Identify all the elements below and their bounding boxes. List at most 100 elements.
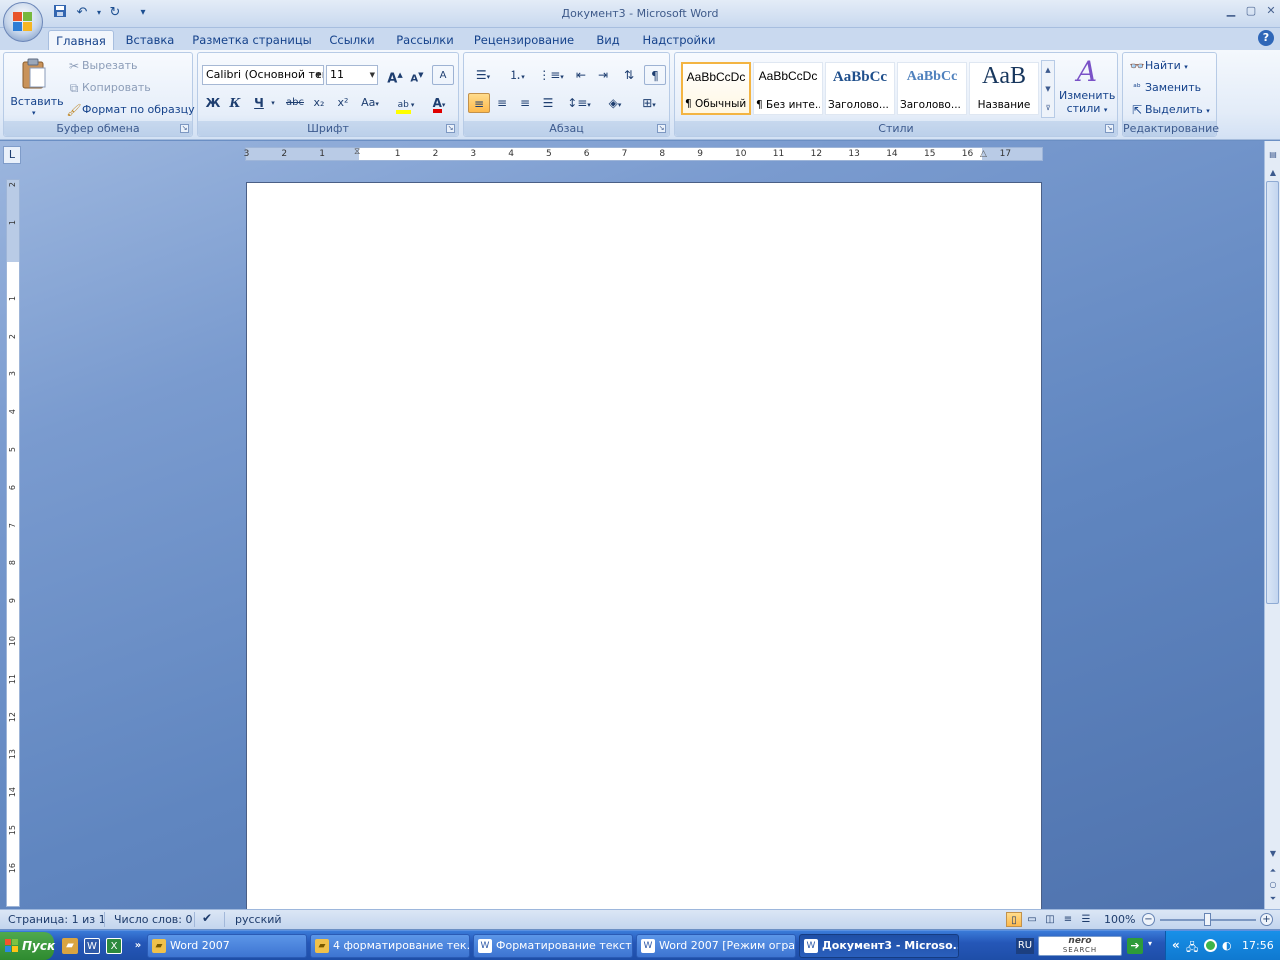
first-line-indent-marker[interactable]: ⧖ [354,147,360,157]
tab-view[interactable]: Вид [590,30,626,50]
vertical-ruler[interactable]: 2 1 1 2 3 4 5 6 7 8 9 10 11 12 13 14 15 16 [6,179,20,907]
vertical-scrollbar[interactable]: ▤ ▲ ▼ ⏶ ○ ⏷ [1264,141,1280,909]
style-normal[interactable]: AaBbCcDc ¶ Обычный [681,62,751,115]
nero-search-box[interactable]: nero SEARCH [1038,936,1122,956]
draft-view-button[interactable]: ☰ [1078,912,1094,927]
spelling-check-icon[interactable]: ✔ [202,911,212,925]
style-heading-1[interactable]: AaBbCc Заголово... [825,62,895,115]
volume-icon[interactable]: ◐ [1222,939,1232,952]
tab-page-layout[interactable]: Разметка страницы [192,30,312,50]
horizontal-ruler[interactable]: 3 2 1 1 2 3 4 5 6 7 8 9 10 11 12 13 14 15 16 17 ⧖ △ [244,147,1043,161]
align-right-button[interactable]: ≡ [514,93,536,113]
style-no-spacing[interactable]: AaBbCcDc ¶ Без инте... [753,62,823,115]
styles-gallery-scroll[interactable]: ▲ ▼ ⊽ [1041,60,1055,118]
task-formatting-document[interactable]: W Форматирование текст... [473,934,633,958]
scroll-up-arrow[interactable]: ▲ [1266,165,1280,180]
tab-references[interactable]: Ссылки [324,30,380,50]
borders-button[interactable]: ⊞▾ [634,93,664,113]
excel-quicklaunch-icon[interactable]: X [106,938,122,954]
word-count-status[interactable]: Число слов: 0 [114,913,193,926]
zoom-in-button[interactable]: + [1260,913,1273,926]
search-dropdown-icon[interactable]: ▾ [1148,939,1152,948]
align-left-button[interactable]: ≡ [468,93,490,113]
style-heading-2[interactable]: AaBbCc Заголово... [897,62,967,115]
close-button[interactable]: ✕ [1262,4,1280,18]
clear-formatting-button[interactable]: A [432,65,454,85]
shading-button[interactable]: ◈▾ [600,93,630,113]
help-icon[interactable]: ? [1258,30,1274,46]
right-indent-marker[interactable]: △ [980,149,987,159]
underline-dropdown-icon[interactable]: ▾ [268,93,278,113]
change-case-button[interactable]: Aa▾ [356,93,384,113]
decrease-indent-button[interactable]: ⇤ [570,65,592,85]
task-word-2007-folder[interactable]: ▰ Word 2007 [147,934,307,958]
scroll-down-arrow[interactable]: ▼ [1266,846,1280,861]
shrink-font-button[interactable]: A▼ [406,65,428,85]
tab-review[interactable]: Рецензирование [470,30,578,50]
subscript-button[interactable]: x₂ [308,93,330,113]
show-marks-button[interactable]: ¶ [644,65,666,85]
font-color-button[interactable]: A▾ [424,93,454,113]
paragraph-launcher-icon[interactable]: ↘ [657,124,666,133]
search-go-icon[interactable]: ➔ [1127,938,1143,954]
sort-button[interactable]: ⇅ [618,65,640,85]
scroll-up-icon[interactable]: ▲ [1042,61,1054,80]
maximize-button[interactable]: ▢ [1242,4,1260,18]
full-screen-reading-view-button[interactable]: ▭ [1024,912,1040,927]
align-center-button[interactable]: ≡ [491,93,513,113]
replace-button[interactable]: ᵃᵇ Заменить [1129,78,1201,98]
document-page[interactable] [246,182,1042,910]
start-button[interactable]: Пуск [0,932,55,960]
strikethrough-button[interactable]: abc [284,93,306,113]
language-indicator[interactable]: RU [1016,938,1034,954]
numbering-button[interactable]: ⒈▾ [502,65,532,85]
underline-button[interactable]: Ч [248,93,270,113]
previous-page-icon[interactable]: ⏶ [1266,863,1280,878]
network-icon[interactable]: 🖧 [1186,939,1198,958]
italic-button[interactable]: К [224,93,246,113]
outline-view-button[interactable]: ≡ [1060,912,1076,927]
cut-button[interactable]: ✂ Вырезать [66,56,138,76]
tray-expand-button[interactable]: « [1172,938,1180,952]
scroll-down-icon[interactable]: ▼ [1042,80,1054,99]
copy-button[interactable]: ⧉ Копировать [66,78,151,98]
superscript-button[interactable]: x² [332,93,354,113]
task-word-2007-restricted[interactable]: W Word 2007 [Режим огра... [636,934,796,958]
quicklaunch-more-button[interactable]: » [130,938,146,954]
zoom-out-button[interactable]: − [1142,913,1155,926]
tab-insert[interactable]: Вставка [120,30,180,50]
tab-selector-button[interactable]: L [3,146,21,164]
clipboard-launcher-icon[interactable]: ↘ [180,124,189,133]
change-styles-button[interactable]: A Изменить стили ▾ [1059,55,1115,119]
font-name-combo[interactable]: Calibri (Основной текст) ▼ [202,65,324,85]
scroll-thumb[interactable] [1266,181,1279,604]
highlight-button[interactable]: ab ▾ [390,93,420,114]
word-quicklaunch-icon[interactable]: W [84,938,100,954]
office-button[interactable] [3,2,43,42]
folder-quicklaunch-icon[interactable]: ▰ [62,938,78,954]
gallery-more-icon[interactable]: ⊽ [1042,99,1054,118]
print-layout-view-button[interactable]: ▯ [1006,912,1022,927]
task-document3[interactable]: W Документ3 - Microso... [799,934,959,958]
select-button[interactable]: ⇱ Выделить ▾ [1129,100,1210,120]
web-layout-view-button[interactable]: ◫ [1042,912,1058,927]
antivirus-icon[interactable] [1204,939,1217,952]
bullets-button[interactable]: ☰▾ [468,65,498,85]
format-painter-button[interactable]: 🖌Формат по образцу [66,100,194,120]
minimize-button[interactable]: ▁ [1222,4,1240,18]
next-page-icon[interactable]: ⏷ [1266,891,1280,906]
select-browse-object-icon[interactable]: ○ [1266,877,1280,892]
paste-button[interactable]: Вставить ▾ [8,55,64,119]
view-ruler-icon[interactable]: ▤ [1266,147,1280,162]
justify-button[interactable]: ☰ [537,93,559,113]
find-button[interactable]: 👓Найти ▾ [1129,56,1188,76]
page-count-status[interactable]: Страница: 1 из 1 [8,913,106,926]
styles-launcher-icon[interactable]: ↘ [1105,124,1114,133]
style-title[interactable]: AaB Название [969,62,1039,115]
font-launcher-icon[interactable]: ↘ [446,124,455,133]
multilevel-list-button[interactable]: ⋮≡▾ [536,65,566,85]
font-size-combo[interactable]: 11 ▼ [326,65,378,85]
zoom-slider-thumb[interactable] [1204,913,1211,926]
tab-add-ins[interactable]: Надстройки [638,30,720,50]
tab-home[interactable]: Главная [48,30,114,50]
